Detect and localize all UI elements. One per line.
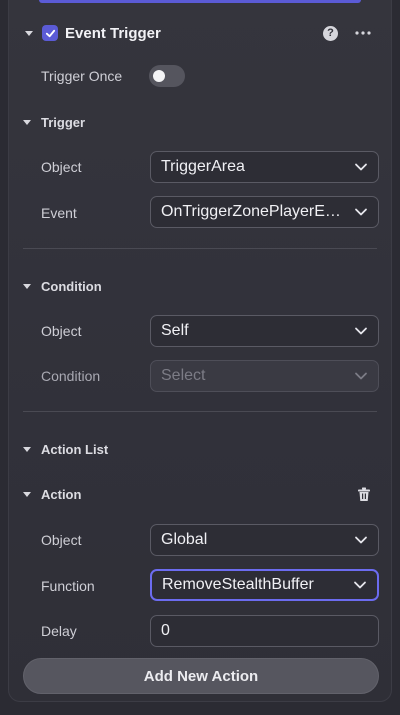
action-object-label: Object <box>41 532 82 548</box>
add-new-action-button[interactable]: Add New Action <box>23 658 379 694</box>
trigger-event-select[interactable]: OnTriggerZonePlayerEnter <box>150 196 379 228</box>
section-divider <box>23 411 377 412</box>
chevron-down-icon <box>355 208 367 216</box>
action-function-label: Function <box>41 578 95 594</box>
trigger-event-label: Event <box>41 205 77 221</box>
action-delay-input[interactable]: 0 <box>150 615 379 647</box>
action-delay-value: 0 <box>161 622 170 639</box>
caret-down-icon <box>23 283 31 289</box>
chevron-down-icon <box>355 163 367 171</box>
help-icon[interactable]: ? <box>323 25 338 41</box>
condition-select[interactable]: Select <box>150 360 379 392</box>
trigger-section-title: Trigger <box>41 114 86 130</box>
check-icon <box>45 29 55 37</box>
action-object-select[interactable]: Global <box>150 524 379 556</box>
chevron-down-icon <box>355 372 367 380</box>
action-delay-label: Delay <box>41 623 77 639</box>
component-enabled-checkbox[interactable] <box>42 25 58 41</box>
condition-section-header[interactable]: Condition <box>9 278 391 294</box>
chevron-down-icon <box>354 581 366 589</box>
chevron-down-icon <box>355 536 367 544</box>
condition-section-title: Condition <box>41 278 102 294</box>
condition-condition-label: Condition <box>41 368 101 384</box>
caret-down-icon <box>23 491 31 497</box>
condition-object-label: Object <box>41 323 82 339</box>
trigger-object-value: TriggerArea <box>161 158 245 175</box>
more-icon[interactable] <box>355 30 371 36</box>
caret-down-icon <box>23 446 31 452</box>
event-trigger-panel: Event Trigger ? Trigger Once Trigger Obj… <box>8 0 392 702</box>
collapse-caret-icon[interactable] <box>25 30 33 36</box>
action-function-select[interactable]: RemoveStealthBuffer <box>150 569 379 601</box>
action-object-value: Global <box>161 531 208 548</box>
trigger-event-value: OnTriggerZonePlayerEnter <box>161 203 353 220</box>
section-divider <box>23 248 377 249</box>
chevron-down-icon <box>355 327 367 335</box>
trigger-section-header[interactable]: Trigger <box>9 114 391 130</box>
condition-object-value: Self <box>161 322 189 339</box>
action-list-header[interactable]: Action List <box>9 441 391 457</box>
panel-accent-line <box>39 0 361 3</box>
trigger-once-toggle[interactable] <box>149 65 185 87</box>
trash-icon[interactable] <box>357 487 371 502</box>
condition-placeholder: Select <box>161 367 206 384</box>
action-list-title: Action List <box>41 441 109 457</box>
trigger-object-select[interactable]: TriggerArea <box>150 151 379 183</box>
toggle-knob <box>153 70 165 82</box>
action-title: Action <box>41 486 82 502</box>
condition-object-select[interactable]: Self <box>150 315 379 347</box>
action-function-value: RemoveStealthBuffer <box>162 576 314 593</box>
caret-down-icon <box>23 119 31 125</box>
trigger-object-label: Object <box>41 159 82 175</box>
component-header: Event Trigger ? <box>9 22 391 44</box>
action-header[interactable]: Action <box>9 486 391 502</box>
component-title: Event Trigger <box>65 24 161 42</box>
trigger-once-label: Trigger Once <box>41 68 123 84</box>
